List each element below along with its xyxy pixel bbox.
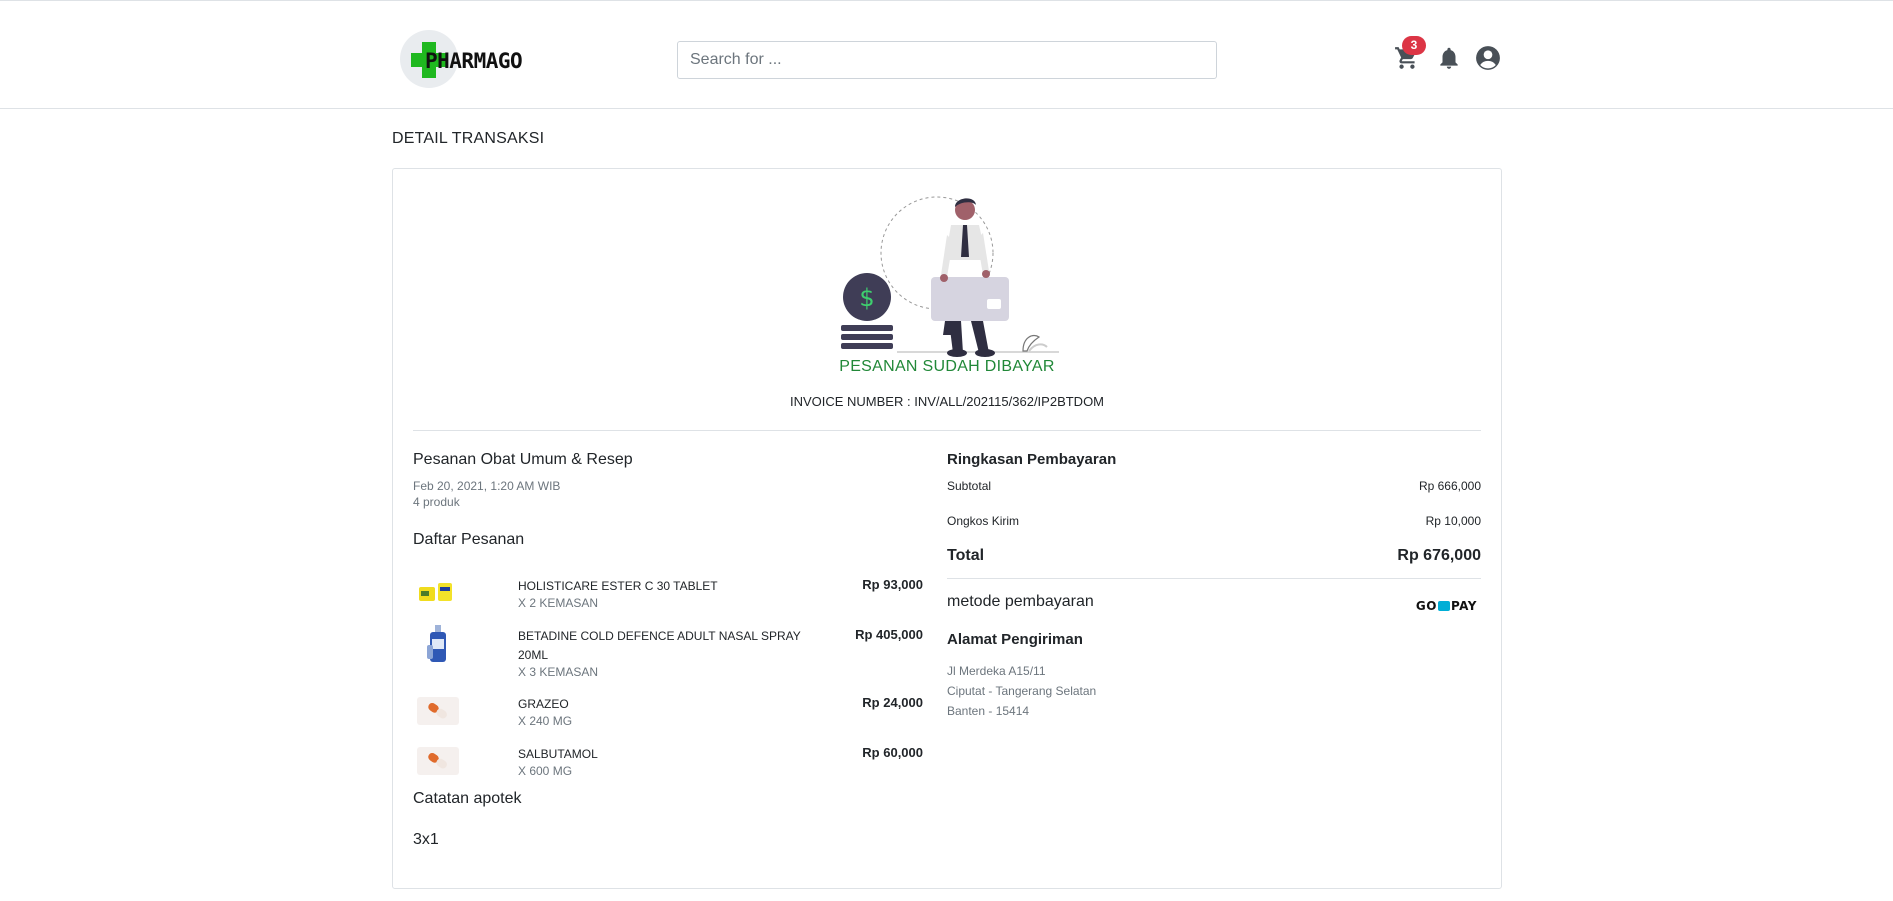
search-input[interactable]	[677, 41, 1217, 79]
item-name-text: HOLISTICARE ESTER C 30 TABLET	[518, 579, 718, 593]
item-price: Rp 60,000	[862, 745, 923, 760]
address-line: Jl Merdeka A15/11	[947, 664, 1046, 678]
summary-divider	[947, 578, 1481, 579]
item-quantity: x 2 kemasan	[518, 596, 599, 610]
gopay-logo-pay: PAY	[1450, 599, 1477, 613]
order-item: SALBUTAMOL x 600 mg Rp 60,000	[413, 741, 923, 785]
payment-method-label: metode pembayaran	[947, 593, 1094, 610]
pharmacy-notes-heading: Catatan apotek	[413, 790, 522, 807]
order-title: Pesanan Obat Umum & Resep	[413, 451, 633, 468]
payment-illustration: $	[841, 196, 1059, 357]
address-line: Ciputat - Tangerang Selatan	[947, 684, 1097, 698]
divider	[413, 430, 1481, 431]
order-item: GRAZEO x 240 mg Rp 24,000	[413, 691, 923, 735]
item-name-text: BETADINE COLD DEFENCE ADULT NASAL SPRAY …	[518, 629, 801, 662]
item-name-text: GRAZEO	[518, 697, 569, 711]
page-title: DETAIL TRANSAKSI	[392, 130, 545, 147]
gopay-logo-go: GO	[1415, 599, 1437, 613]
gopay-logo: GO PAY	[1416, 599, 1477, 613]
pharmacy-notes: 3x1	[413, 831, 439, 848]
bell-icon[interactable]	[1436, 45, 1462, 71]
vitamin-box-image	[419, 583, 452, 601]
shipping-address: Jl Merdeka A15/11 Ciputat - Tangerang Se…	[947, 661, 1096, 721]
capsule-image	[417, 697, 459, 725]
subtotal-row: Subtotal Rp 666,000	[947, 479, 1481, 493]
user-circle-icon[interactable]	[1475, 45, 1501, 71]
item-name-text: SALBUTAMOL	[518, 747, 598, 761]
cart-count-badge: 3	[1402, 36, 1426, 55]
subtotal-value: Rp 666,000	[1418, 479, 1481, 493]
total-row: Total Rp 676,000	[947, 547, 1481, 565]
logo-text: PHARMAGO	[425, 49, 523, 73]
shipping-row: Ongkos Kirim Rp 10,000	[947, 514, 1481, 528]
item-price: Rp 24,000	[862, 695, 923, 710]
total-value: Rp 676,000	[1397, 547, 1481, 564]
shipping-value: Rp 10,000	[1425, 514, 1481, 528]
order-date: Feb 20, 2021, 1:20 AM WIB	[413, 479, 561, 493]
address-line: Banten - 15414	[947, 704, 1030, 718]
item-quantity: x 240 mg	[518, 714, 573, 728]
item-name: BETADINE COLD DEFENCE ADULT NASAL SPRAY …	[518, 627, 818, 679]
shipping-address-heading: Alamat Pengiriman	[947, 631, 1083, 648]
payment-summary-heading: Ringkasan Pembayaran	[947, 451, 1117, 468]
payment-summary: Ringkasan Pembayaran Subtotal Rp 666,000…	[947, 451, 1481, 718]
pharmago-logo[interactable]: PHARMAGO	[398, 29, 548, 91]
transaction-detail-card: $ PESANAN SUDAH DIBAYAR INVOICE NUMBER :…	[392, 168, 1502, 889]
order-product-count: 4 produk	[413, 495, 460, 509]
order-details: Pesanan Obat Umum & Resep Feb 20, 2021, …	[413, 451, 923, 848]
nasal-spray-image	[427, 625, 446, 662]
item-price: Rp 93,000	[862, 577, 923, 592]
item-quantity: x 600 mg	[518, 764, 573, 778]
item-price: Rp 405,000	[855, 627, 923, 642]
navbar: PHARMAGO 3	[0, 0, 1893, 109]
order-list-heading: Daftar Pesanan	[413, 531, 525, 548]
invoice-number: INVOICE NUMBER : INV/ALL/202115/362/IP2B…	[789, 394, 1105, 409]
order-item: HOLISTICARE ESTER C 30 TABLET x 2 kemasa…	[413, 573, 923, 617]
shipping-label: Ongkos Kirim	[947, 514, 1020, 528]
wallet-icon	[1437, 601, 1450, 611]
svg-text:$: $	[859, 284, 874, 312]
capsule-image	[417, 747, 459, 775]
subtotal-label: Subtotal	[947, 479, 992, 493]
item-name: SALBUTAMOL x 600 mg	[518, 745, 818, 778]
item-name: HOLISTICARE ESTER C 30 TABLET x 2 kemasa…	[518, 577, 818, 610]
order-item: BETADINE COLD DEFENCE ADULT NASAL SPRAY …	[413, 623, 923, 685]
payment-status: PESANAN SUDAH DIBAYAR	[839, 358, 1055, 375]
item-name: GRAZEO x 240 mg	[518, 695, 818, 728]
item-quantity: x 3 kemasan	[518, 665, 599, 679]
total-label: Total	[947, 547, 985, 564]
